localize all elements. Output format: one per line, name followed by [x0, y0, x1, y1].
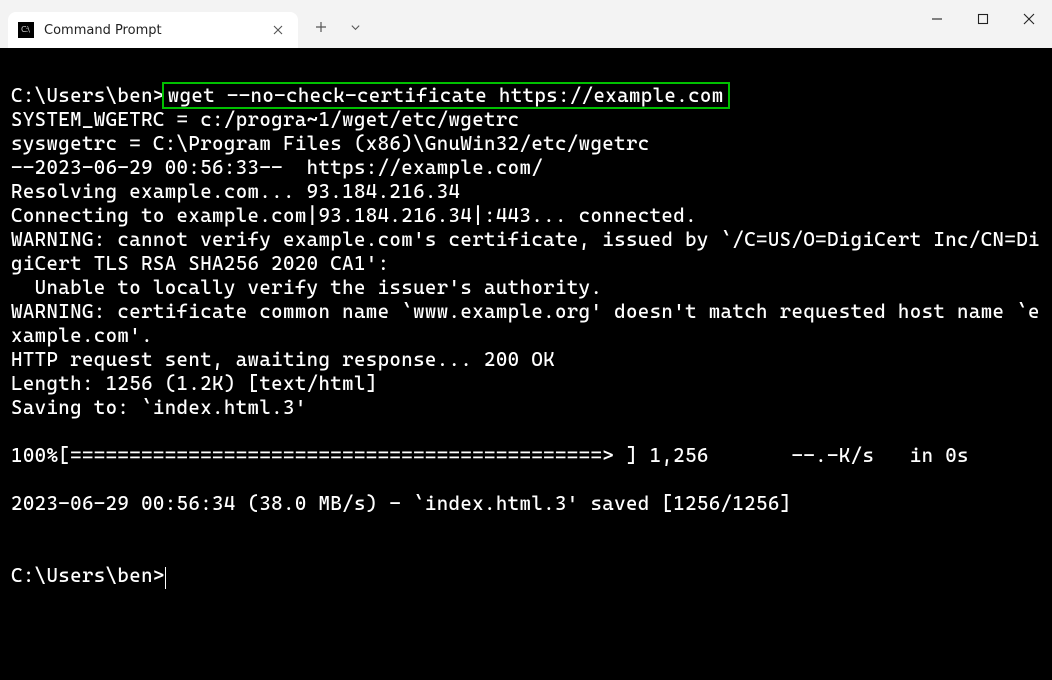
new-tab-button[interactable] — [304, 10, 338, 44]
tab-close-button[interactable] — [268, 20, 288, 40]
chevron-down-icon — [350, 22, 361, 33]
terminal-content[interactable]: C:\Users\ben>wget --no-check-certificate… — [0, 48, 1052, 680]
window-close-button[interactable] — [1006, 0, 1052, 38]
close-icon — [273, 25, 283, 35]
cursor — [165, 567, 167, 589]
tab[interactable]: C:\ Command Prompt — [8, 12, 298, 48]
highlighted-command: wget --no-check-certificate https://exam… — [162, 82, 730, 109]
prompt: C:\Users\ben> — [11, 84, 165, 107]
tab-dropdown-button[interactable] — [338, 10, 372, 44]
prompt: C:\Users\ben> — [11, 564, 165, 587]
title-bar: C:\ Command Prompt — [0, 0, 1052, 48]
terminal-output: SYSTEM_WGETRC = c:/progra~1/wget/etc/wge… — [11, 108, 1040, 515]
maximize-button[interactable] — [960, 0, 1006, 38]
maximize-icon — [977, 13, 989, 25]
window-controls — [914, 0, 1052, 38]
minimize-button[interactable] — [914, 0, 960, 38]
plus-icon — [315, 21, 327, 33]
cmd-icon: C:\ — [18, 22, 34, 38]
tab-title: Command Prompt — [44, 23, 258, 38]
close-icon — [1023, 13, 1035, 25]
minimize-icon — [931, 13, 943, 25]
